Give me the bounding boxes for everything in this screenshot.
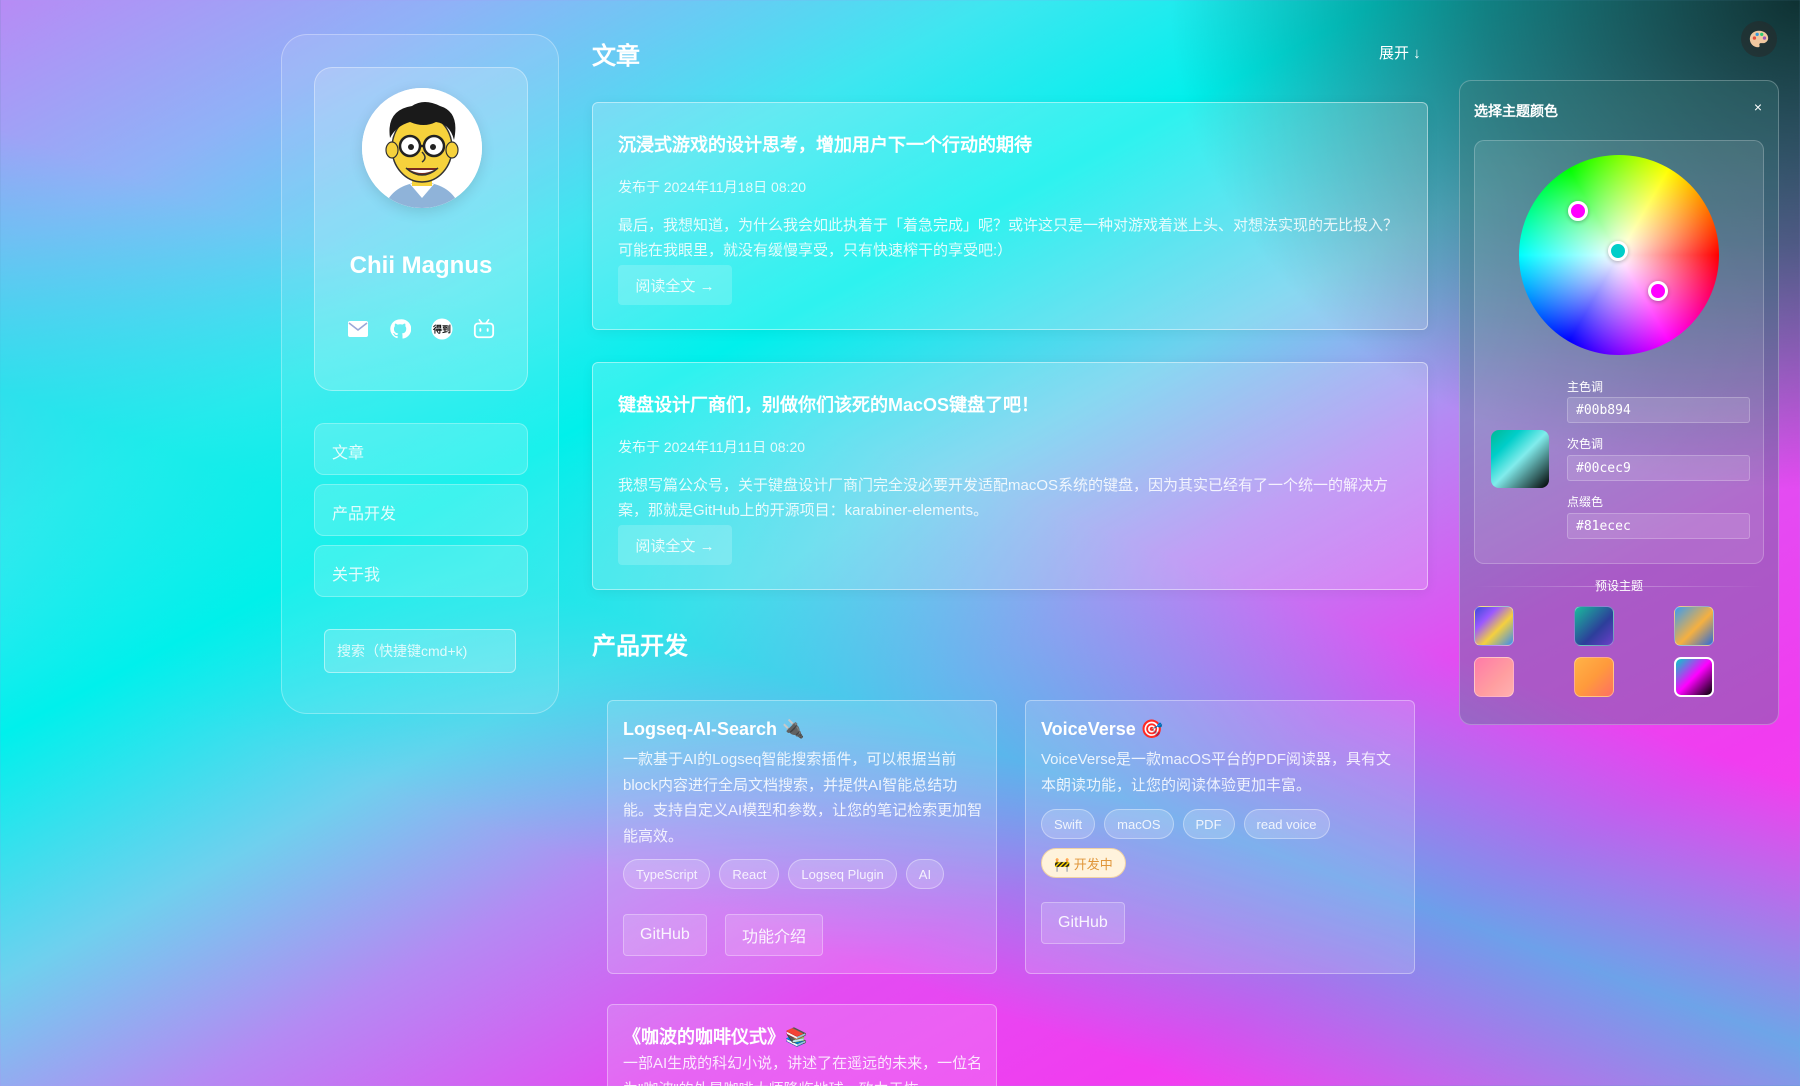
panel-title: 选择主题颜色 [1474,103,1558,119]
article-date: 发布于 2024年11月11日 08:20 [618,439,806,455]
nav-item-products[interactable]: 产品开发 [314,484,528,536]
product-title[interactable]: 《咖波的咖啡仪式》📚 [623,1023,807,1049]
read-more-button[interactable]: 阅读全文 → [618,525,732,565]
profile-card: Chii Magnus 得到 [314,67,528,391]
palette-icon[interactable] [1741,21,1777,57]
expand-button[interactable]: 展开 ↓ [1379,42,1421,63]
tag: TypeScript [623,859,711,889]
tag: React [719,859,780,889]
preset-orange[interactable] [1574,657,1614,697]
secondary-color-label: 次色调 [1567,437,1604,451]
preset-teal-purple[interactable] [1574,606,1614,646]
tag: macOS [1104,809,1174,839]
primary-color-input[interactable] [1567,397,1750,423]
tag-list: Swift macOS PDF read voice 🚧 开发中 [1041,809,1411,878]
article-card: 沉浸式游戏的设计思考，增加用户下一个行动的期待 发布于 2024年11月18日 … [592,102,1428,330]
accent-color-input[interactable] [1567,513,1750,539]
secondary-color-knob[interactable] [1608,241,1628,261]
product-card: 《咖波的咖啡仪式》📚 一部AI生成的科幻小说，讲述了在遥远的未来，一位名为"咖波… [607,1004,997,1086]
nav-item-about[interactable]: 关于我 [314,545,528,597]
articles-section-title: 文章 [592,43,640,70]
product-description: 一部AI生成的科幻小说，讲述了在遥远的未来，一位名为"咖波"的外星咖啡大师降临地… [623,1055,983,1086]
products-section-title: 产品开发 [592,633,688,660]
product-description: 一款基于AI的Logseq智能搜索插件，可以根据当前block内容进行全局文档搜… [623,751,983,845]
preset-rainbow[interactable] [1474,606,1514,646]
accent-color-label: 点缀色 [1567,495,1604,509]
primary-color-label: 主色调 [1567,380,1604,394]
secondary-color-input[interactable] [1567,455,1750,481]
sidebar: Chii Magnus 得到 文章 产品开发 关于我 搜索（快捷键cmd+k) [281,34,559,714]
product-title[interactable]: Logseq-AI-Search 🔌 [623,719,804,740]
github-button[interactable]: GitHub [623,914,707,956]
product-description: VoiceVerse是一款macOS平台的PDF阅读器，具有文本朗读功能，让您的… [1041,751,1392,794]
social-links: 得到 [315,318,527,340]
article-title[interactable]: 键盘设计厂商们，别做你们该死的MacOS键盘了吧！ [618,391,1039,417]
product-title[interactable]: VoiceVerse 🎯 [1041,719,1163,740]
product-card: VoiceVerse 🎯 VoiceVerse是一款macOS平台的PDF阅读器… [1025,700,1415,974]
color-wheel[interactable] [1519,155,1719,355]
article-excerpt: 最后，我想知道，为什么我会如此执着于「着急完成」呢？或许这只是一种对游戏着迷上头… [618,217,1399,259]
article-excerpt: 我想写篇公众号，关于键盘设计厂商门完全没必要开发适配macOS系统的键盘，因为其… [618,477,1389,519]
theme-preview-swatch [1491,430,1549,488]
preset-sunset-blue[interactable] [1674,606,1714,646]
tag: Logseq Plugin [788,859,897,889]
article-title[interactable]: 沉浸式游戏的设计思考，增加用户下一个行动的期待 [618,131,1032,157]
dedao-icon[interactable]: 得到 [431,318,453,340]
feature-intro-button[interactable]: 功能介绍 [725,914,824,956]
close-icon[interactable]: × [1754,99,1762,115]
product-card: Logseq-AI-Search 🔌 一款基于AI的Logseq智能搜索插件，可… [607,700,997,974]
bilibili-icon[interactable] [473,318,495,340]
tag-list: TypeScript React Logseq Plugin AI [623,859,993,889]
article-card: 键盘设计厂商们，别做你们该死的MacOS键盘了吧！ 发布于 2024年11月11… [592,362,1428,590]
read-more-button[interactable]: 阅读全文 → [618,265,732,305]
tag: PDF [1182,809,1235,839]
presets-label: 预设主题 [1594,579,1643,593]
avatar[interactable] [362,88,482,208]
github-icon[interactable] [389,318,411,340]
tag: AI [905,859,945,889]
github-button[interactable]: GitHub [1041,902,1125,944]
profile-name: Chii Magnus [349,252,493,279]
preset-pink[interactable] [1474,657,1514,697]
article-date: 发布于 2024年11月18日 08:20 [618,179,807,195]
mail-icon[interactable] [347,318,369,340]
preset-neon-dark[interactable] [1674,657,1714,697]
status-badge: 🚧 开发中 [1041,848,1126,878]
search-input[interactable] [324,629,516,673]
accent-color-knob[interactable] [1648,281,1668,301]
primary-color-knob[interactable] [1568,201,1588,221]
svg-text:得到: 得到 [432,324,451,336]
tag: Swift [1041,809,1096,839]
nav-item-articles[interactable]: 文章 [314,423,528,475]
tag: read voice [1243,809,1330,839]
theme-color-panel: 选择主题颜色 × 主色调 次色调 点缀色 预设主题 [1459,80,1779,725]
color-editor: 主色调 次色调 点缀色 [1474,140,1764,564]
